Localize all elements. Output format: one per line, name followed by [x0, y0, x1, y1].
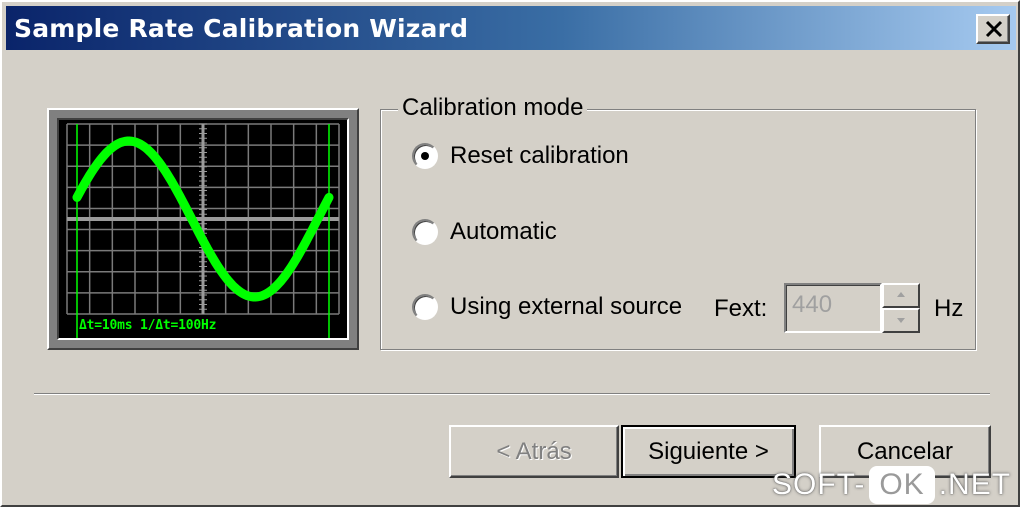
- next-button[interactable]: Siguiente >: [621, 425, 796, 478]
- watermark-box: OK: [869, 466, 935, 504]
- fext-label: Fext:: [714, 295, 768, 322]
- hz-unit-label: Hz: [934, 295, 964, 322]
- watermark-text-left: SOFT-: [772, 468, 866, 501]
- radio-reset-calibration-label: Reset calibration: [450, 142, 629, 169]
- separator-line: [34, 393, 990, 395]
- radio-automatic-label: Automatic: [450, 218, 557, 245]
- close-button[interactable]: [976, 14, 1010, 44]
- fext-spinner[interactable]: [882, 283, 920, 333]
- radio-automatic[interactable]: Automatic: [412, 218, 557, 246]
- watermark-text-right: .NET: [938, 468, 1012, 501]
- close-icon: [985, 20, 1003, 38]
- watermark: SOFT- OK .NET: [772, 466, 1011, 504]
- wizard-window: Sample Rate Calibration Wizard Δt=10ms 1…: [0, 0, 1020, 507]
- window-title: Sample Rate Calibration Wizard: [14, 14, 469, 43]
- oscilloscope-image: Δt=10ms 1/Δt=100Hz: [47, 108, 359, 350]
- oscilloscope-screen: Δt=10ms 1/Δt=100Hz: [57, 118, 349, 340]
- calibration-mode-label: Calibration mode: [398, 94, 588, 122]
- spin-up-button[interactable]: [882, 283, 920, 308]
- spin-down-button[interactable]: [882, 308, 920, 333]
- arrow-up-icon: [897, 292, 905, 297]
- radio-external-source-label: Using external source: [450, 293, 683, 320]
- arrow-down-icon: [897, 318, 905, 323]
- radio-button[interactable]: [412, 219, 438, 245]
- oscilloscope-graphic: [66, 123, 340, 338]
- back-button[interactable]: < Atrás: [449, 425, 619, 478]
- radio-button[interactable]: [412, 294, 438, 320]
- radio-external-source[interactable]: Using external source: [412, 293, 682, 321]
- radio-button-checked[interactable]: [412, 143, 438, 169]
- oscilloscope-caption: Δt=10ms 1/Δt=100Hz: [79, 318, 217, 333]
- radio-reset-calibration[interactable]: Reset calibration: [412, 142, 629, 170]
- title-bar[interactable]: Sample Rate Calibration Wizard: [6, 6, 1016, 50]
- fext-input[interactable]: 440: [784, 283, 882, 333]
